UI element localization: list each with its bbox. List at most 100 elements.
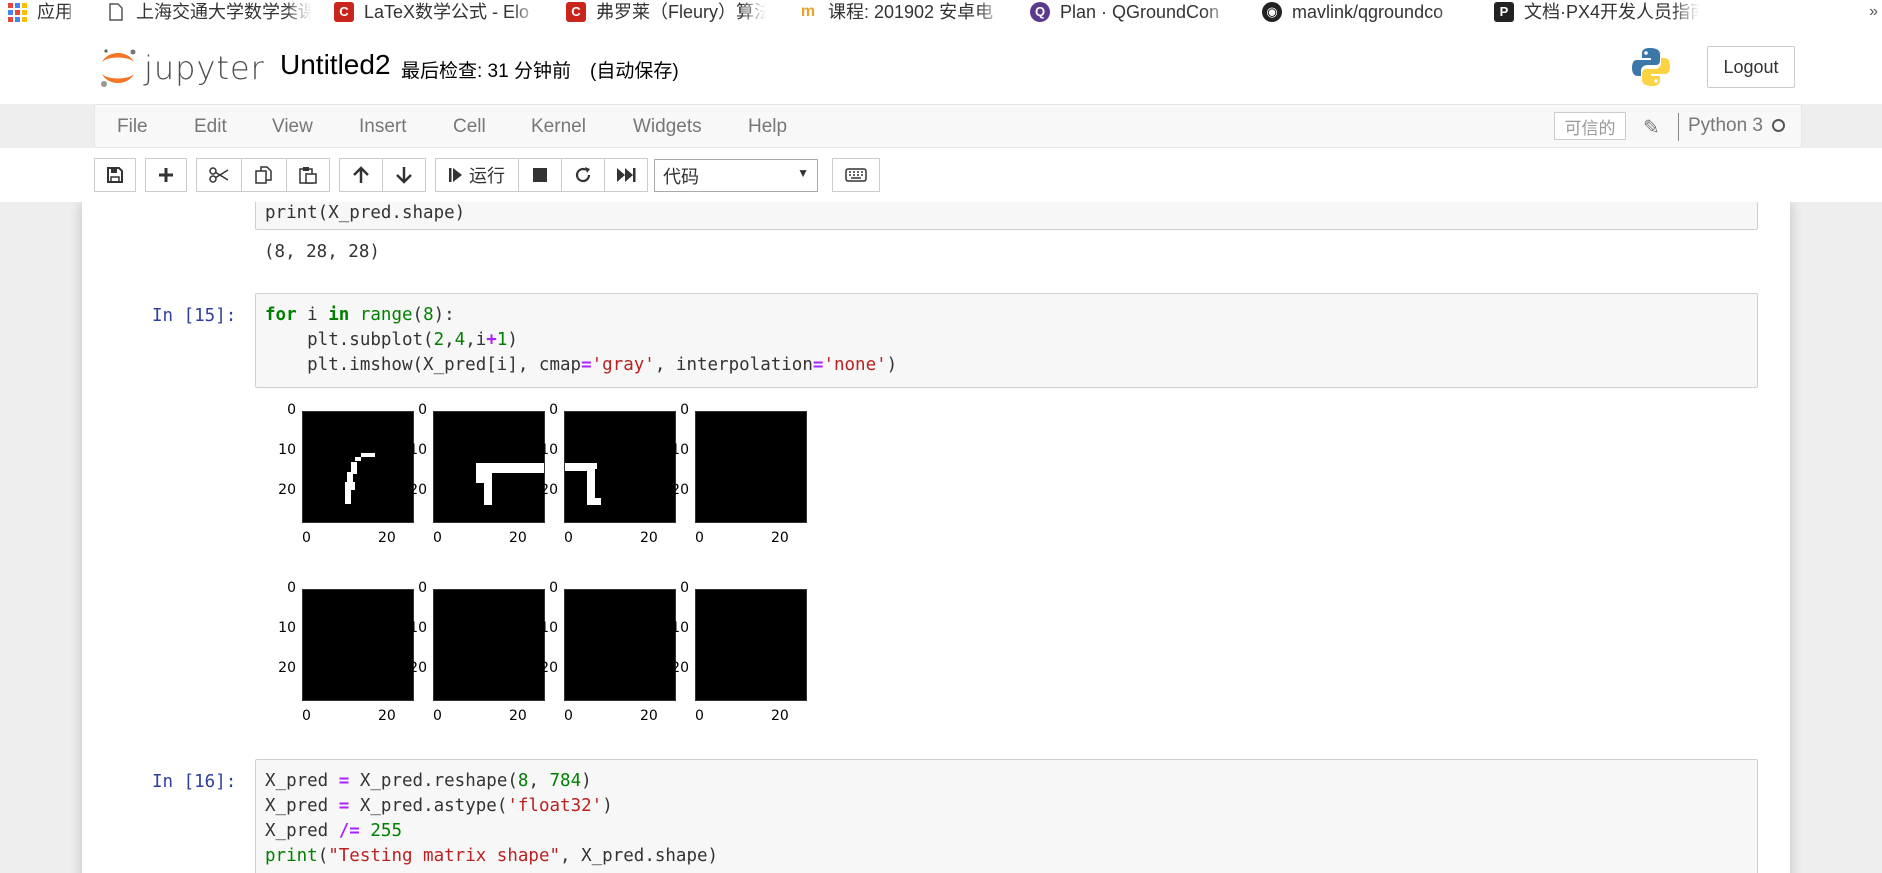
scissors-icon — [209, 167, 229, 183]
x-tick-label: 20 — [771, 708, 789, 724]
y-tick-label: 0 — [680, 402, 689, 418]
jupyter-logo-text: jupyter — [144, 49, 265, 87]
trusted-indicator[interactable]: 可信的 — [1554, 112, 1626, 140]
bookmark-apps[interactable]: 应用 — [8, 0, 88, 24]
y-tick-label: 20 — [278, 482, 296, 498]
cut-button[interactable] — [196, 158, 242, 192]
restart-icon — [575, 167, 591, 183]
input-prompt: In [15]: — [152, 306, 237, 326]
y-tick-label: 20 — [671, 482, 689, 498]
digit-image — [564, 411, 676, 523]
menu-edit[interactable]: Edit — [194, 116, 227, 138]
run-label: 运行 — [469, 166, 505, 186]
save-icon — [107, 167, 123, 183]
bookmark-label: LaTeX数学公式 - Elo — [364, 2, 530, 22]
bookmark-label: 文档·PX4开发人员指南 — [1524, 2, 1699, 22]
arrow-down-icon — [396, 167, 412, 184]
keyboard-icon — [845, 168, 867, 182]
fast-forward-icon — [617, 168, 636, 182]
run-button[interactable]: 运行 — [435, 158, 519, 192]
notebook-name[interactable]: Untitled2 — [280, 49, 391, 81]
bookmark-label: 课程: 201902 安卓电 — [828, 2, 994, 22]
interrupt-button[interactable] — [518, 158, 562, 192]
restart-run-all-button[interactable] — [604, 158, 648, 192]
digit-image — [433, 589, 545, 701]
move-down-button[interactable] — [382, 158, 426, 192]
save-button[interactable] — [94, 158, 136, 192]
code-block: X_pred = X_pred.reshape(8, 784) X_pred =… — [265, 771, 719, 866]
menu-cell[interactable]: Cell — [453, 116, 486, 138]
csdn-icon: C — [566, 2, 586, 22]
y-tick-label: 20 — [540, 660, 558, 676]
y-tick-label: 20 — [409, 660, 427, 676]
qgc-icon: Q — [1030, 2, 1050, 22]
jupyter-logo-icon — [101, 49, 136, 87]
code-line: print(X_pred.shape) — [265, 203, 466, 223]
code-cell-input[interactable]: print(X_pred.shape) — [255, 202, 1758, 230]
code-cell-input[interactable]: for i in range(8): plt.subplot(2,4,i+1) … — [255, 293, 1758, 388]
bookmark-item[interactable]: m 课程: 201902 安卓电 — [798, 0, 1006, 24]
digit-stroke — [361, 453, 375, 457]
cell-type-select[interactable]: 代码 ▼ — [654, 159, 818, 192]
menu-file[interactable]: File — [117, 116, 148, 138]
y-tick-label: 0 — [418, 580, 427, 596]
digit-stroke — [355, 457, 361, 461]
x-tick-label: 20 — [640, 530, 658, 546]
y-tick-label: 10 — [409, 620, 427, 636]
command-palette-button[interactable] — [832, 158, 880, 192]
code-cell-input[interactable]: X_pred = X_pred.reshape(8, 784) X_pred =… — [255, 759, 1758, 873]
menu-insert[interactable]: Insert — [359, 116, 407, 138]
paste-button[interactable] — [286, 158, 330, 192]
cell-output: (8, 28, 28) — [264, 242, 380, 262]
bookmark-item[interactable]: Q Plan · QGroundCon — [1030, 0, 1238, 24]
notebook-container[interactable]: print(X_pred.shape) (8, 28, 28) In [15]:… — [0, 202, 1882, 873]
bookmark-item[interactable]: P 文档·PX4开发人员指南 — [1494, 0, 1702, 24]
menu-widgets[interactable]: Widgets — [633, 116, 702, 138]
menu-view[interactable]: View — [272, 116, 313, 138]
restart-button[interactable] — [561, 158, 605, 192]
menu-kernel[interactable]: Kernel — [531, 116, 586, 138]
move-up-button[interactable] — [339, 158, 383, 192]
x-tick-label: 0 — [564, 708, 573, 724]
insert-cell-button[interactable] — [145, 158, 187, 192]
bookmark-label: 上海交通大学数学类课 — [136, 2, 311, 22]
bookmark-item[interactable]: C 弗罗莱（Fleury）算法 — [566, 0, 774, 24]
course-icon: m — [800, 3, 816, 20]
bookmark-item[interactable]: ◉ mavlink/qgroundco — [1262, 0, 1470, 24]
menu-help[interactable]: Help — [748, 116, 787, 138]
x-tick-label: 20 — [378, 530, 396, 546]
digit-stroke — [593, 498, 601, 505]
digit-stroke — [351, 482, 355, 490]
y-tick-label: 10 — [278, 442, 296, 458]
digit-stroke — [476, 473, 484, 483]
digit-image — [564, 589, 676, 701]
input-prompt: In [16]: — [152, 772, 237, 792]
digit-image — [433, 411, 545, 523]
kernel-name[interactable]: Python 3 — [1688, 115, 1763, 137]
bookmark-item[interactable]: C LaTeX数学公式 - Elo — [334, 0, 542, 24]
digit-stroke — [476, 463, 544, 473]
copy-button[interactable] — [241, 158, 287, 192]
x-tick-label: 0 — [302, 530, 311, 546]
kernel-status-icon — [1772, 119, 1785, 132]
y-tick-label: 10 — [671, 442, 689, 458]
digit-image — [695, 411, 807, 523]
bookmark-item[interactable]: 上海交通大学数学类课 — [106, 0, 314, 24]
caret-down-icon: ▼ — [797, 166, 809, 180]
pencil-icon[interactable]: ✎ — [1643, 115, 1660, 140]
y-tick-label: 0 — [287, 402, 296, 418]
logout-button[interactable]: Logout — [1707, 46, 1795, 88]
x-tick-label: 0 — [433, 530, 442, 546]
y-tick-label: 0 — [549, 402, 558, 418]
python-logo-icon — [1630, 46, 1672, 93]
paste-icon — [299, 167, 317, 184]
x-tick-label: 20 — [509, 708, 527, 724]
y-tick-label: 10 — [671, 620, 689, 636]
y-tick-label: 10 — [278, 620, 296, 636]
checkpoint-status: 最后检查: 31 分钟前 — [401, 61, 571, 82]
apps-icon — [8, 2, 27, 22]
y-tick-label: 0 — [549, 580, 558, 596]
bookmarks-more-button[interactable]: » — [1869, 0, 1878, 24]
jupyter-logo[interactable]: jupyter — [98, 46, 265, 90]
bookmark-label: 应用 — [37, 2, 73, 22]
